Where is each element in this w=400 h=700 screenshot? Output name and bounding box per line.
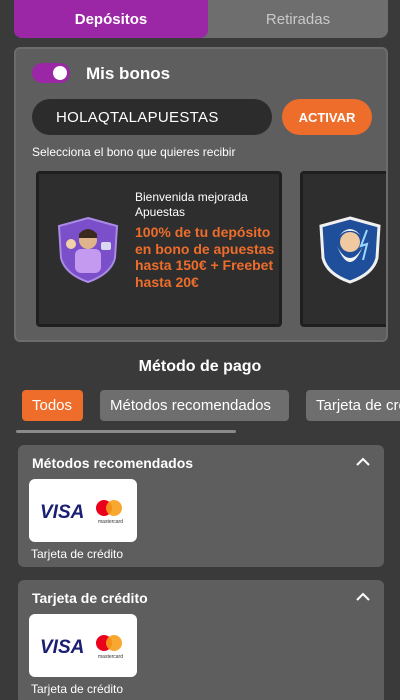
- tab-retiradas[interactable]: Retiradas: [208, 0, 388, 38]
- visa-mastercard-option[interactable]: VISA mastercard: [29, 614, 137, 677]
- chevron-up-icon[interactable]: [354, 588, 372, 606]
- filters-scrollbar[interactable]: [16, 430, 236, 433]
- visa-logo-text: VISA: [40, 502, 84, 523]
- character-shield-icon: [57, 216, 119, 284]
- section-header: Métodos recomendados: [32, 455, 194, 471]
- bonus-select-label: Selecciona el bono que quieres recibir: [32, 145, 236, 159]
- bonus-card-casino[interactable]: [300, 171, 386, 327]
- bonus-card-subtitle: Bienvenida mejorada Apuestas: [135, 190, 248, 219]
- section-recommended: Métodos recomendados VISA mastercard Tar…: [18, 445, 384, 567]
- bonus-code-input[interactable]: [32, 99, 272, 135]
- bonus-panel: Mis bonos ACTIVAR Selecciona el bono que…: [14, 47, 388, 342]
- payment-method-label: Tarjeta de crédito: [31, 547, 124, 561]
- bonus-card-welcome[interactable]: Bienvenida mejorada Apuestas 100% de tu …: [36, 171, 282, 327]
- filter-credit-card[interactable]: Tarjeta de crédito: [306, 390, 400, 421]
- tab-label: Retiradas: [265, 10, 331, 28]
- payment-method-label: Tarjeta de crédito: [31, 682, 124, 696]
- bonus-toggle[interactable]: [32, 63, 70, 83]
- payment-method-title: Método de pago: [138, 358, 262, 375]
- tab-depositos[interactable]: Depósitos: [14, 0, 208, 38]
- activate-button[interactable]: ACTIVAR: [282, 99, 372, 135]
- visa-mastercard-option[interactable]: VISA mastercard: [29, 479, 137, 542]
- bonus-title: Mis bonos: [86, 64, 171, 83]
- deposit-withdraw-tabs: Depósitos Retiradas: [14, 0, 388, 38]
- visa-mastercard-logo: VISA mastercard: [40, 499, 123, 525]
- tab-label: Depósitos: [74, 10, 148, 28]
- filter-recommended[interactable]: Métodos recomendados: [100, 390, 289, 421]
- section-credit-card: Tarjeta de crédito VISA mastercard Tarje…: [18, 580, 384, 700]
- visa-logo-text: VISA: [40, 637, 84, 658]
- mastercard-text: mastercard: [98, 654, 123, 660]
- visa-mastercard-logo: VISA mastercard: [40, 634, 123, 660]
- zeus-shield-icon: [319, 216, 381, 284]
- chevron-up-icon[interactable]: [354, 453, 372, 471]
- mastercard-text: mastercard: [98, 519, 123, 525]
- toggle-knob: [53, 66, 67, 80]
- bonus-card-offer: 100% de tu depósito en bono de apuestas …: [135, 224, 275, 290]
- filter-todos[interactable]: Todos: [22, 390, 83, 421]
- section-header: Tarjeta de crédito: [32, 590, 148, 606]
